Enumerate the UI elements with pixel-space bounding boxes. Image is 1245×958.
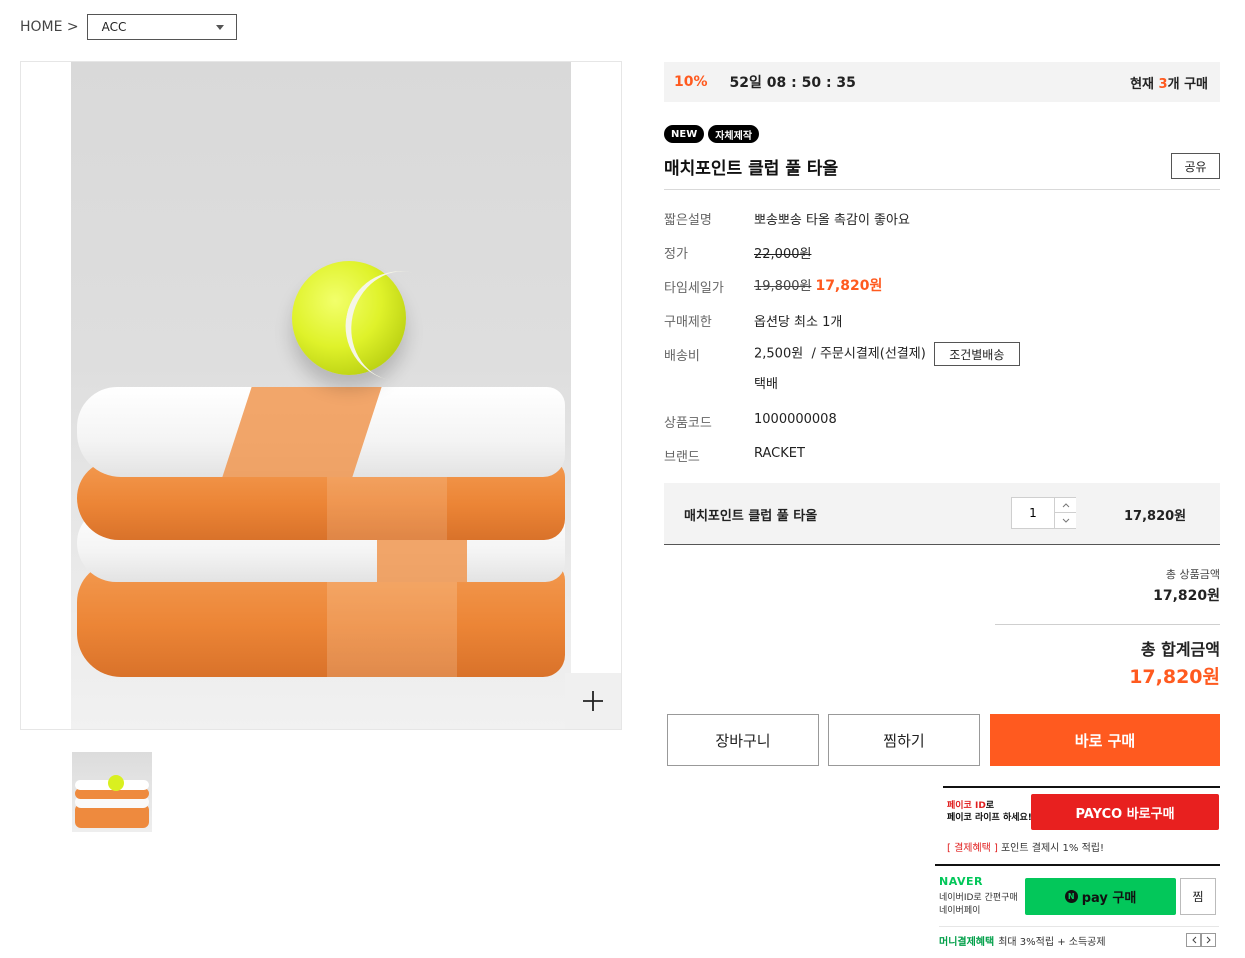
payco-promo-suffix: 로	[985, 801, 995, 811]
sale-price: 17,820원	[815, 278, 883, 294]
time-sale-bar: 10% 52일 08 : 50 : 35 현재 3개 구매	[664, 62, 1220, 102]
quantity-stepper	[1011, 497, 1076, 529]
breadcrumb: HOME > ACC	[20, 14, 237, 40]
grand-total: 17,820원	[1129, 666, 1220, 688]
buyer-count-number: 3	[1158, 76, 1168, 92]
info-label: 구매제한	[664, 315, 712, 330]
shipping-method: / 주문시결제(선결제)	[811, 346, 926, 362]
chevron-up-icon	[1062, 503, 1069, 508]
product-code: 1000000008	[754, 412, 837, 427]
info-label: 정가	[664, 247, 688, 262]
payco-benefit: [ 결제혜택 ] 포인트 결제시 1% 적립!	[947, 839, 1104, 854]
info-label: 배송비	[664, 349, 700, 364]
quantity-input[interactable]	[1012, 498, 1054, 528]
selected-option: 매치포인트 클럽 풀 타올 17,820원	[664, 483, 1220, 545]
prev-button[interactable]	[1186, 933, 1201, 947]
shipping-type: 택배	[754, 377, 778, 392]
payco-promo-line1: 페이코 ID로	[947, 800, 1032, 812]
purchase-limit: 옵션당 최소 1개	[754, 315, 843, 330]
wishlist-button[interactable]: 찜하기	[828, 714, 980, 766]
product-title: 매치포인트 클럽 풀 타올	[664, 159, 839, 179]
category-select-value: ACC	[101, 20, 127, 34]
badge-new: NEW	[664, 125, 705, 143]
add-to-cart-button[interactable]: 장바구니	[667, 714, 819, 766]
naver-pay-benefit-text: 최대 3%적립 + 소득공제	[998, 937, 1106, 948]
product-total: 17,820원	[1153, 588, 1220, 604]
payco-promo: 페이코 ID로 페이코 라이프 하세요!	[947, 800, 1032, 824]
product-badges: NEW 자체제작	[664, 125, 760, 143]
shipping-info: 2,500원 / 주문시결제(선결제) 조건별배송	[754, 342, 1020, 366]
divider	[939, 926, 1219, 927]
buyer-count-prefix: 현재	[1130, 76, 1159, 92]
discount-rate: 10%	[674, 74, 708, 90]
chevron-down-icon	[1062, 518, 1069, 523]
info-label: 짧은설명	[664, 213, 712, 228]
category-select[interactable]: ACC	[86, 14, 237, 40]
plus-icon	[583, 691, 603, 711]
zoom-button[interactable]	[565, 673, 621, 729]
naver-pay-desc-line1: 네이버ID로 간편구매	[939, 893, 1018, 903]
countdown-timer: 52일 08 : 50 : 35	[729, 75, 856, 91]
chevron-right-icon	[1206, 936, 1211, 944]
share-button[interactable]: 공유	[1171, 153, 1220, 179]
tennis-ball	[292, 260, 427, 384]
chevron-left-icon	[1191, 936, 1196, 944]
badge-own-made: 자체제작	[708, 125, 760, 143]
quantity-increase-button[interactable]	[1054, 498, 1076, 513]
thumb-ball	[108, 775, 124, 791]
product-thumbnail[interactable]	[72, 752, 152, 832]
naver-pay-benefit-tag: 머니결제혜택	[939, 937, 995, 948]
payco-benefit-tag: [ 결제혜택 ]	[947, 843, 998, 854]
payco-section: 페이코 ID로 페이코 라이프 하세요! PAYCO 바로구매 [ 결제혜택 ]…	[943, 786, 1220, 858]
next-button[interactable]	[1201, 933, 1216, 947]
shipping-condition-button[interactable]: 조건별배송	[933, 342, 1020, 366]
naver-pay-button[interactable]: N pay 구매	[1025, 878, 1176, 915]
towel-white-top	[77, 387, 565, 477]
sale-original-price: 19,800원	[754, 279, 812, 294]
quantity-decrease-button[interactable]	[1054, 513, 1076, 528]
payco-benefit-text: 포인트 결제시 1% 적립!	[1000, 843, 1104, 854]
benefit-pager	[1186, 933, 1216, 947]
divider	[995, 624, 1220, 625]
naver-pay-section: NAVER 네이버ID로 간편구매 네이버페이 N pay 구매 찜 머니결제혜…	[935, 864, 1220, 954]
naver-pay-desc-line2: 네이버페이	[939, 906, 981, 916]
info-label: 브랜드	[664, 450, 700, 465]
buyer-count-suffix: 개 구매	[1167, 76, 1208, 92]
caret-down-icon	[215, 24, 224, 30]
info-label: 상품코드	[664, 416, 712, 431]
naver-pay-benefit: 머니결제혜택 최대 3%적립 + 소득공제	[939, 933, 1106, 948]
naver-n-icon: N	[1064, 890, 1078, 903]
grand-total-label: 총 합계금액	[1140, 640, 1220, 659]
payco-promo-id: 페이코 ID	[947, 801, 986, 811]
buyer-count: 현재 3개 구매	[1130, 73, 1208, 92]
short-description: 뽀송뽀송 타올 촉감이 좋아요	[754, 213, 910, 228]
payco-promo-line2: 페이코 라이프 하세요!	[947, 813, 1032, 823]
product-image-frame	[20, 61, 622, 730]
breadcrumb-home-link[interactable]: HOME >	[20, 19, 79, 35]
naver-logo: NAVER	[939, 875, 983, 888]
option-name: 매치포인트 클럽 풀 타올	[684, 509, 818, 524]
regular-price: 22,000원	[754, 247, 812, 262]
sale-price-group: 19,800원 17,820원	[754, 275, 882, 295]
product-total-label: 총 상품금액	[1165, 568, 1220, 581]
payco-buy-button[interactable]: PAYCO 바로구매	[1031, 794, 1219, 830]
option-price: 17,820원	[1124, 509, 1187, 524]
naver-pay-button-label: pay 구매	[1081, 891, 1137, 906]
divider	[664, 189, 1220, 190]
brand-name: RACKET	[754, 446, 805, 461]
product-image	[71, 62, 571, 729]
info-label: 타임세일가	[664, 281, 724, 296]
naver-wish-button[interactable]: 찜	[1180, 878, 1216, 915]
shipping-fee: 2,500원	[754, 346, 804, 362]
buy-now-button[interactable]: 바로 구매	[990, 714, 1220, 766]
